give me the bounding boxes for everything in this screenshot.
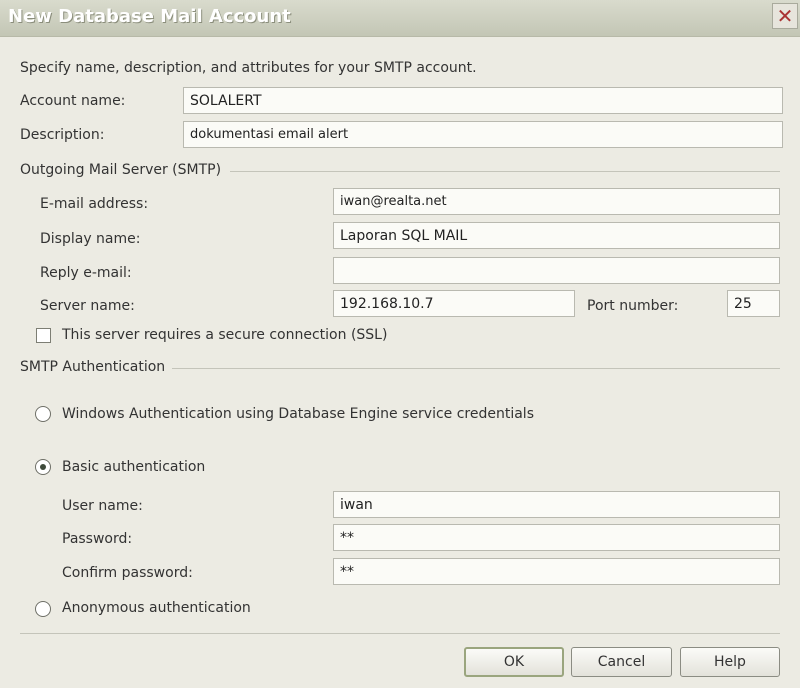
- anonymous-auth-label: Anonymous authentication: [62, 600, 251, 616]
- help-button[interactable]: Help: [680, 647, 780, 677]
- ssl-label: This server requires a secure connection…: [62, 327, 388, 343]
- basic-auth-radio[interactable]: [35, 459, 51, 475]
- confirm-password-label: Confirm password:: [62, 565, 193, 581]
- password-input[interactable]: [333, 524, 780, 551]
- reply-email-input[interactable]: [333, 257, 780, 284]
- ok-button[interactable]: OK: [464, 647, 564, 677]
- password-label: Password:: [62, 531, 133, 547]
- email-input[interactable]: [333, 188, 780, 215]
- windows-auth-radio[interactable]: [35, 406, 51, 422]
- window-title: New Database Mail Account: [8, 6, 291, 27]
- user-name-input[interactable]: [333, 491, 780, 518]
- close-icon[interactable]: ✕: [772, 3, 798, 29]
- smtp-section-divider: [230, 171, 780, 172]
- windows-auth-label: Windows Authentication using Database En…: [62, 406, 534, 422]
- port-number-input[interactable]: [727, 290, 780, 317]
- auth-section-divider: [172, 368, 780, 369]
- port-number-label: Port number:: [587, 298, 679, 314]
- title-bar[interactable]: New Database Mail Account ✕: [0, 0, 800, 37]
- server-name-label: Server name:: [40, 298, 135, 314]
- ssl-checkbox[interactable]: [36, 328, 51, 343]
- display-name-input[interactable]: [333, 222, 780, 249]
- basic-auth-label: Basic authentication: [62, 459, 206, 475]
- user-name-label: User name:: [62, 498, 143, 514]
- intro-text: Specify name, description, and attribute…: [20, 60, 477, 76]
- description-label: Description:: [20, 127, 105, 143]
- auth-section-label: SMTP Authentication: [20, 359, 166, 375]
- server-name-input[interactable]: [333, 290, 575, 317]
- cancel-button[interactable]: Cancel: [571, 647, 672, 677]
- display-name-label: Display name:: [40, 231, 141, 247]
- description-input[interactable]: [183, 121, 783, 148]
- anonymous-auth-radio[interactable]: [35, 601, 51, 617]
- email-label: E-mail address:: [40, 196, 149, 212]
- account-name-input[interactable]: [183, 87, 783, 114]
- smtp-section-label: Outgoing Mail Server (SMTP): [20, 162, 222, 178]
- confirm-password-input[interactable]: [333, 558, 780, 585]
- reply-email-label: Reply e-mail:: [40, 265, 132, 281]
- account-name-label: Account name:: [20, 93, 126, 109]
- footer-divider: [20, 633, 780, 634]
